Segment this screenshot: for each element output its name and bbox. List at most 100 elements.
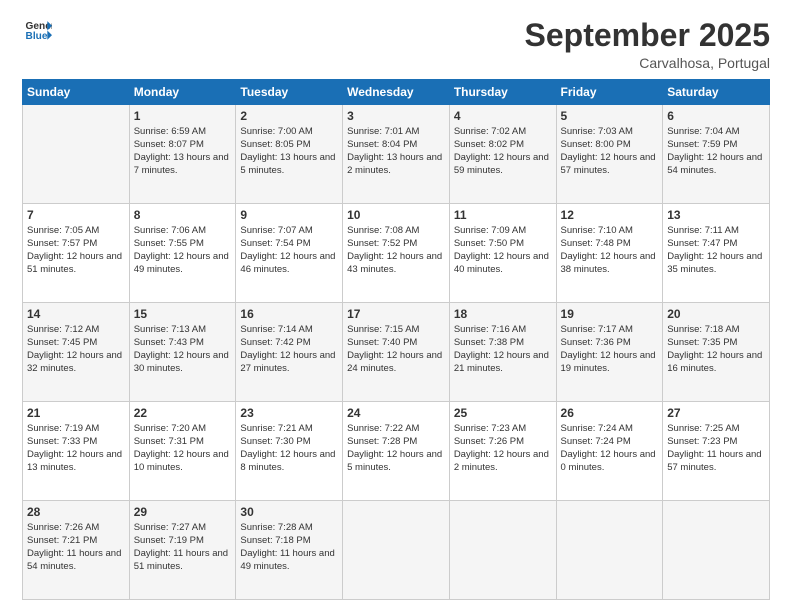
daylight: Daylight: 12 hours and 51 minutes. — [27, 251, 122, 275]
table-row: 25 Sunrise: 7:23 AM Sunset: 7:26 PM Dayl… — [449, 402, 556, 501]
sunset: Sunset: 7:59 PM — [667, 139, 737, 150]
sunset: Sunset: 7:45 PM — [27, 337, 97, 348]
sunrise: Sunrise: 7:10 AM — [561, 225, 633, 236]
header-row: Sunday Monday Tuesday Wednesday Thursday… — [23, 80, 770, 105]
day-number: 28 — [27, 504, 125, 520]
sunrise: Sunrise: 7:24 AM — [561, 423, 633, 434]
sunrise: Sunrise: 7:15 AM — [347, 324, 419, 335]
sunrise: Sunrise: 7:19 AM — [27, 423, 99, 434]
sunset: Sunset: 8:05 PM — [240, 139, 310, 150]
sunset: Sunset: 7:19 PM — [134, 535, 204, 546]
sunrise: Sunrise: 6:59 AM — [134, 126, 206, 137]
daylight: Daylight: 11 hours and 57 minutes. — [667, 449, 761, 473]
daylight: Daylight: 12 hours and 43 minutes. — [347, 251, 442, 275]
daylight: Daylight: 12 hours and 8 minutes. — [240, 449, 335, 473]
calendar-row-0: 1 Sunrise: 6:59 AM Sunset: 8:07 PM Dayli… — [23, 105, 770, 204]
day-number: 26 — [561, 405, 659, 421]
day-number: 10 — [347, 207, 445, 223]
daylight: Daylight: 12 hours and 21 minutes. — [454, 350, 549, 374]
daylight: Daylight: 11 hours and 54 minutes. — [27, 548, 121, 572]
table-row: 15 Sunrise: 7:13 AM Sunset: 7:43 PM Dayl… — [129, 303, 236, 402]
table-row: 7 Sunrise: 7:05 AM Sunset: 7:57 PM Dayli… — [23, 204, 130, 303]
table-row: 9 Sunrise: 7:07 AM Sunset: 7:54 PM Dayli… — [236, 204, 343, 303]
daylight: Daylight: 12 hours and 27 minutes. — [240, 350, 335, 374]
calendar-row-4: 28 Sunrise: 7:26 AM Sunset: 7:21 PM Dayl… — [23, 501, 770, 600]
table-row: 5 Sunrise: 7:03 AM Sunset: 8:00 PM Dayli… — [556, 105, 663, 204]
col-tuesday: Tuesday — [236, 80, 343, 105]
daylight: Daylight: 12 hours and 54 minutes. — [667, 152, 762, 176]
sunset: Sunset: 7:28 PM — [347, 436, 417, 447]
daylight: Daylight: 12 hours and 5 minutes. — [347, 449, 442, 473]
sunset: Sunset: 7:36 PM — [561, 337, 631, 348]
daylight: Daylight: 11 hours and 51 minutes. — [134, 548, 228, 572]
sunrise: Sunrise: 7:08 AM — [347, 225, 419, 236]
sunrise: Sunrise: 7:27 AM — [134, 522, 206, 533]
day-number: 16 — [240, 306, 338, 322]
table-row — [449, 501, 556, 600]
page: General Blue September 2025 Carvalhosa, … — [0, 0, 792, 612]
sunset: Sunset: 7:18 PM — [240, 535, 310, 546]
day-number: 7 — [27, 207, 125, 223]
day-number: 23 — [240, 405, 338, 421]
sunset: Sunset: 7:52 PM — [347, 238, 417, 249]
daylight: Daylight: 12 hours and 16 minutes. — [667, 350, 762, 374]
calendar-row-2: 14 Sunrise: 7:12 AM Sunset: 7:45 PM Dayl… — [23, 303, 770, 402]
logo-icon: General Blue — [24, 18, 52, 46]
day-number: 11 — [454, 207, 552, 223]
day-number: 22 — [134, 405, 232, 421]
table-row: 23 Sunrise: 7:21 AM Sunset: 7:30 PM Dayl… — [236, 402, 343, 501]
sunset: Sunset: 8:04 PM — [347, 139, 417, 150]
col-thursday: Thursday — [449, 80, 556, 105]
calendar-row-3: 21 Sunrise: 7:19 AM Sunset: 7:33 PM Dayl… — [23, 402, 770, 501]
table-row: 1 Sunrise: 6:59 AM Sunset: 8:07 PM Dayli… — [129, 105, 236, 204]
sunrise: Sunrise: 7:23 AM — [454, 423, 526, 434]
daylight: Daylight: 12 hours and 35 minutes. — [667, 251, 762, 275]
sunrise: Sunrise: 7:00 AM — [240, 126, 312, 137]
daylight: Daylight: 12 hours and 49 minutes. — [134, 251, 229, 275]
table-row: 8 Sunrise: 7:06 AM Sunset: 7:55 PM Dayli… — [129, 204, 236, 303]
table-row: 20 Sunrise: 7:18 AM Sunset: 7:35 PM Dayl… — [663, 303, 770, 402]
sunrise: Sunrise: 7:05 AM — [27, 225, 99, 236]
sunrise: Sunrise: 7:02 AM — [454, 126, 526, 137]
table-row: 11 Sunrise: 7:09 AM Sunset: 7:50 PM Dayl… — [449, 204, 556, 303]
day-number: 18 — [454, 306, 552, 322]
daylight: Daylight: 12 hours and 40 minutes. — [454, 251, 549, 275]
table-row: 17 Sunrise: 7:15 AM Sunset: 7:40 PM Dayl… — [343, 303, 450, 402]
sunrise: Sunrise: 7:06 AM — [134, 225, 206, 236]
sunrise: Sunrise: 7:11 AM — [667, 225, 739, 236]
day-number: 4 — [454, 108, 552, 124]
table-row: 19 Sunrise: 7:17 AM Sunset: 7:36 PM Dayl… — [556, 303, 663, 402]
table-row: 6 Sunrise: 7:04 AM Sunset: 7:59 PM Dayli… — [663, 105, 770, 204]
sunrise: Sunrise: 7:21 AM — [240, 423, 312, 434]
table-row: 10 Sunrise: 7:08 AM Sunset: 7:52 PM Dayl… — [343, 204, 450, 303]
table-row: 24 Sunrise: 7:22 AM Sunset: 7:28 PM Dayl… — [343, 402, 450, 501]
sunrise: Sunrise: 7:03 AM — [561, 126, 633, 137]
title-block: September 2025 Carvalhosa, Portugal — [525, 18, 770, 71]
table-row: 30 Sunrise: 7:28 AM Sunset: 7:18 PM Dayl… — [236, 501, 343, 600]
table-row — [343, 501, 450, 600]
sunset: Sunset: 7:23 PM — [667, 436, 737, 447]
sunrise: Sunrise: 7:22 AM — [347, 423, 419, 434]
sunset: Sunset: 7:26 PM — [454, 436, 524, 447]
table-row — [23, 105, 130, 204]
day-number: 6 — [667, 108, 765, 124]
daylight: Daylight: 12 hours and 24 minutes. — [347, 350, 442, 374]
sunset: Sunset: 7:24 PM — [561, 436, 631, 447]
sunset: Sunset: 7:50 PM — [454, 238, 524, 249]
daylight: Daylight: 13 hours and 7 minutes. — [134, 152, 229, 176]
calendar-table: Sunday Monday Tuesday Wednesday Thursday… — [22, 79, 770, 600]
table-row: 13 Sunrise: 7:11 AM Sunset: 7:47 PM Dayl… — [663, 204, 770, 303]
col-sunday: Sunday — [23, 80, 130, 105]
sunset: Sunset: 7:47 PM — [667, 238, 737, 249]
daylight: Daylight: 12 hours and 2 minutes. — [454, 449, 549, 473]
sunset: Sunset: 7:30 PM — [240, 436, 310, 447]
daylight: Daylight: 12 hours and 32 minutes. — [27, 350, 122, 374]
sunset: Sunset: 7:40 PM — [347, 337, 417, 348]
sunset: Sunset: 7:48 PM — [561, 238, 631, 249]
table-row: 29 Sunrise: 7:27 AM Sunset: 7:19 PM Dayl… — [129, 501, 236, 600]
sunset: Sunset: 7:42 PM — [240, 337, 310, 348]
day-number: 13 — [667, 207, 765, 223]
day-number: 9 — [240, 207, 338, 223]
month-title: September 2025 — [525, 18, 770, 53]
sunrise: Sunrise: 7:13 AM — [134, 324, 206, 335]
